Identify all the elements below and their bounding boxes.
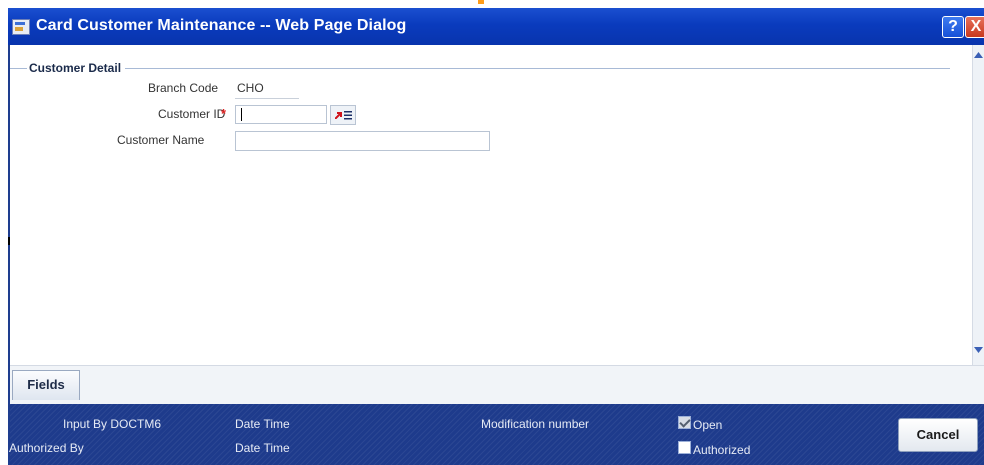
window-title: Card Customer Maintenance -- Web Page Di… xyxy=(36,17,407,34)
customer-id-lov-button[interactable] xyxy=(330,105,356,125)
list-icon xyxy=(344,111,352,120)
cancel-button[interactable]: Cancel xyxy=(898,418,978,452)
input-by-label: Input By DOCTM6 xyxy=(63,417,162,431)
branch-code-underline xyxy=(235,98,299,99)
customer-id-label: Customer ID xyxy=(158,107,226,121)
page-dialog-icon xyxy=(12,19,30,35)
authorized-checkbox xyxy=(678,441,691,454)
modification-number-label: Modification number xyxy=(481,417,590,431)
section-divider xyxy=(10,68,950,69)
date-time-label-1: Date Time xyxy=(235,417,290,431)
open-checkbox xyxy=(678,416,691,429)
title-accent-mark xyxy=(478,0,484,4)
branch-code-value: CHO xyxy=(237,81,264,95)
date-time-label-2: Date Time xyxy=(235,441,290,455)
customer-name-input[interactable] xyxy=(235,131,490,151)
close-button[interactable]: X xyxy=(965,16,984,38)
customer-name-label: Customer Name xyxy=(117,133,205,147)
tab-bar: Fields xyxy=(10,365,984,404)
scroll-up-arrow-icon[interactable] xyxy=(973,49,984,61)
arrow-icon xyxy=(335,112,342,119)
authorized-label: Authorized xyxy=(693,443,751,457)
text-caret xyxy=(241,108,242,121)
help-button[interactable]: ? xyxy=(942,16,964,38)
section-title-customer-detail: Customer Detail xyxy=(27,61,126,75)
vertical-scrollbar[interactable] xyxy=(972,45,984,365)
required-marker: * xyxy=(221,106,227,121)
scroll-down-arrow-icon[interactable] xyxy=(973,344,984,356)
window-titlebar: Card Customer Maintenance -- Web Page Di… xyxy=(8,8,984,45)
authorized-by-label: Authorized By xyxy=(9,441,84,455)
audit-footer: Input By DOCTM6 Date Time Modification n… xyxy=(9,404,984,465)
branch-code-label: Branch Code xyxy=(148,81,219,95)
customer-id-input[interactable] xyxy=(235,105,327,124)
tab-fields[interactable]: Fields xyxy=(12,370,80,400)
open-label: Open xyxy=(693,418,723,432)
